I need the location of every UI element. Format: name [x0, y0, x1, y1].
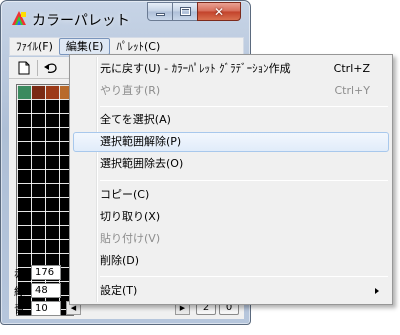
green-label: 緑	[14, 284, 25, 298]
menu-redo-label: やり直す(R)	[100, 84, 161, 97]
maximize-icon	[179, 7, 191, 16]
toolbar-separator	[37, 59, 38, 76]
menu-paste-label: 貼り付け(V)	[100, 232, 161, 245]
menu-undo-shortcut: Ctrl+Z	[333, 62, 370, 75]
menu-separator	[100, 106, 388, 107]
close-icon: ✕	[213, 4, 225, 19]
red-row: 赤 176	[13, 264, 73, 281]
menu-undo[interactable]: 元に戻す(U) - ｶﾗｰﾊﾟﾚｯﾄ ｸﾞﾗﾃﾞｰｼｮﾝ作成 Ctrl+Z	[73, 59, 389, 79]
menu-remove-selection[interactable]: 選択範囲除去(O)	[73, 154, 389, 174]
menu-delete-label: 削除(D)	[100, 254, 140, 267]
new-document-button[interactable]	[13, 58, 35, 78]
menu-select-all-label: 全てを選択(A)	[100, 113, 171, 126]
menu-deselect[interactable]: 選択範囲解除(P)	[73, 132, 389, 152]
menu-copy[interactable]: コピー(C)	[73, 185, 389, 205]
new-document-icon	[18, 61, 30, 74]
menu-file[interactable]: ﾌｧｲﾙ(F)	[10, 38, 59, 55]
palette-app-icon	[12, 11, 26, 25]
menu-delete[interactable]: 削除(D)	[73, 251, 389, 271]
menu-undo-label: 元に戻す(U) - ｶﾗｰﾊﾟﾚｯﾄ ｸﾞﾗﾃﾞｰｼｮﾝ作成	[100, 62, 291, 75]
menu-edit[interactable]: 編集(E)	[58, 38, 111, 55]
menu-settings-label: 設定(T)	[100, 284, 138, 297]
menu-copy-label: コピー(C)	[100, 188, 150, 201]
red-input[interactable]: 176	[31, 265, 61, 280]
close-button[interactable]: ✕	[197, 2, 241, 21]
maximize-button[interactable]	[172, 2, 198, 21]
window-title: カラーパレット	[32, 13, 130, 29]
menu-cut-label: 切り取り(X)	[100, 210, 161, 223]
menu-palette[interactable]: ﾊﾟﾚｯﾄ(C)	[110, 38, 166, 55]
green-input[interactable]: 48	[31, 283, 61, 298]
title-bar[interactable]: カラーパレット ✕	[1, 1, 250, 33]
red-label: 赤	[14, 266, 25, 280]
menu-redo[interactable]: やり直す(R) Ctrl+Y	[73, 81, 389, 101]
menu-deselect-label: 選択範囲解除(P)	[100, 135, 182, 148]
green-row: 緑 48	[13, 282, 73, 299]
arrow-left-icon: ◀	[70, 304, 77, 312]
menu-settings[interactable]: 設定(T)	[73, 281, 389, 301]
minimize-icon	[155, 13, 165, 16]
blue-input[interactable]: 10	[31, 301, 61, 316]
undo-button[interactable]	[40, 58, 62, 78]
submenu-arrow-icon	[375, 288, 379, 294]
blue-row: 青 10	[13, 300, 73, 317]
minimize-button[interactable]	[147, 2, 173, 21]
menu-select-all[interactable]: 全てを選択(A)	[73, 110, 389, 130]
palette-swatch[interactable]	[46, 86, 59, 99]
palette-swatch[interactable]	[32, 86, 45, 99]
menu-remove-selection-label: 選択範囲除去(O)	[100, 157, 184, 170]
palette-swatch[interactable]	[18, 86, 31, 99]
menu-separator	[100, 180, 388, 181]
undo-icon	[44, 62, 57, 73]
menu-paste[interactable]: 貼り付け(V)	[73, 229, 389, 249]
blue-label: 青	[14, 302, 25, 316]
arrow-right-icon: ▶	[179, 304, 186, 312]
edit-menu-dropdown: 元に戻す(U) - ｶﾗｰﾊﾟﾚｯﾄ ｸﾞﾗﾃﾞｰｼｮﾝ作成 Ctrl+Z やり…	[69, 54, 393, 305]
menu-separator	[100, 276, 388, 277]
menu-cut[interactable]: 切り取り(X)	[73, 207, 389, 227]
menu-redo-shortcut: Ctrl+Y	[334, 84, 370, 97]
